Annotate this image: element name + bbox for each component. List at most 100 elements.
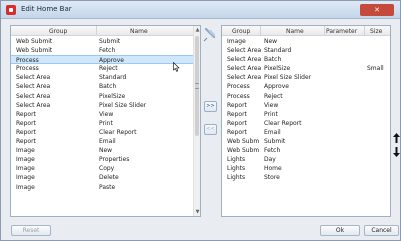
- cancel-button[interactable]: Cancel: [364, 225, 399, 236]
- list-item[interactable]: Select Area Standard: [222, 46, 390, 55]
- remove-from-bar-button[interactable]: <<: [204, 124, 217, 135]
- item-name: Properties: [99, 156, 130, 164]
- item-name: Clear Report: [264, 119, 302, 127]
- list-item[interactable]: Report View: [222, 101, 390, 110]
- item-name: Day: [264, 156, 276, 164]
- item-name: Submit: [264, 138, 286, 146]
- close-button[interactable]: ✕: [360, 4, 394, 16]
- item-name: Approve: [99, 57, 124, 65]
- list-item[interactable]: Web Subm Fetch: [222, 146, 390, 155]
- item-name: Delete: [99, 174, 119, 182]
- item-group: Report: [227, 110, 247, 118]
- available-items-list[interactable]: Group Name Web Submit Submit Web Submit Fet…: [10, 25, 201, 217]
- list-item[interactable]: Lights Home: [222, 164, 390, 173]
- list-item[interactable]: Process Approve: [222, 82, 390, 91]
- list-item[interactable]: Report View: [11, 110, 200, 119]
- item-name: Copy: [99, 165, 115, 173]
- list-item[interactable]: Select Area Pixel Size Slider: [11, 101, 200, 110]
- right-col-name-header[interactable]: Name: [286, 28, 304, 35]
- column-divider[interactable]: [364, 26, 365, 36]
- column-divider[interactable]: [260, 26, 261, 36]
- item-name: PixelSize: [99, 92, 126, 100]
- list-item[interactable]: Web Submit Submit: [11, 37, 200, 46]
- right-col-group-header[interactable]: Group: [232, 28, 250, 35]
- reset-button[interactable]: Reset: [11, 225, 51, 236]
- list-item[interactable]: Lights Store: [222, 173, 390, 182]
- item-name: Store: [264, 174, 280, 182]
- pin-icon[interactable]: [203, 28, 217, 42]
- list-item[interactable]: Process Approve: [11, 55, 200, 65]
- column-divider[interactable]: [324, 26, 325, 36]
- add-to-bar-button[interactable]: >>: [204, 101, 217, 112]
- item-name: Batch: [264, 56, 282, 64]
- item-name: Paste: [99, 183, 116, 191]
- list-item[interactable]: Image Paste: [11, 183, 200, 192]
- list-item[interactable]: Image New: [11, 146, 200, 155]
- list-item[interactable]: Report Print: [11, 119, 200, 128]
- item-group: Report: [16, 128, 36, 136]
- left-col-group-header[interactable]: Group: [49, 28, 67, 35]
- item-name: Pixel Size Slider: [99, 101, 147, 109]
- list-item[interactable]: Report Clear Report: [222, 119, 390, 128]
- list-item[interactable]: Web Subm Submit: [222, 137, 390, 146]
- home-bar-items-list[interactable]: Group Name Parameter Size Image New Select…: [221, 25, 391, 217]
- list-item[interactable]: Select Area Batch: [222, 55, 390, 64]
- item-group: Image: [16, 156, 35, 164]
- ok-button[interactable]: Ok: [320, 225, 360, 236]
- list-item[interactable]: Process Reject: [11, 64, 200, 73]
- list-item[interactable]: Image Copy: [11, 164, 200, 173]
- item-name: Email: [99, 138, 116, 146]
- item-name: Batch: [99, 83, 117, 91]
- item-name: Fetch: [99, 47, 116, 55]
- item-group: Process: [16, 65, 39, 73]
- item-group: Select Area: [16, 92, 51, 100]
- column-divider[interactable]: [96, 26, 97, 36]
- list-item[interactable]: Select Area Pixel Size Slider: [222, 73, 390, 82]
- scroll-grip-icon: [195, 83, 199, 89]
- list-item[interactable]: Report Clear Report: [11, 128, 200, 137]
- left-col-name-header[interactable]: Name: [130, 28, 148, 35]
- up-down-arrows-icon[interactable]: [393, 133, 400, 157]
- item-group: Web Subm: [227, 147, 260, 155]
- left-list-rows: Web Submit Submit Web Submit Fetch Process Ap…: [11, 37, 200, 192]
- item-group: Report: [227, 128, 247, 136]
- list-item[interactable]: Image Properties: [11, 155, 200, 164]
- right-col-parameter-header[interactable]: Parameter: [326, 28, 357, 35]
- title-bar[interactable]: Edit Home Bar ✕: [1, 1, 400, 19]
- list-item[interactable]: Report Email: [11, 137, 200, 146]
- item-name: Pixel Size Slider: [264, 74, 312, 82]
- item-group: Image: [227, 38, 246, 45]
- item-name: Email: [264, 128, 281, 136]
- list-item[interactable]: Image New: [222, 37, 390, 46]
- scroll-up-icon[interactable]: ▲: [194, 26, 200, 34]
- item-group: Lights: [227, 156, 246, 164]
- list-item[interactable]: Select Area Standard: [11, 73, 200, 82]
- list-item[interactable]: Image Delete: [11, 173, 200, 182]
- edit-home-bar-dialog: Edit Home Bar ✕ Group Name Web Submit Sub…: [0, 0, 401, 241]
- list-item[interactable]: Lights Day: [222, 155, 390, 164]
- item-group: Process: [16, 57, 39, 65]
- item-group: Report: [227, 101, 247, 109]
- item-name: New: [99, 147, 113, 155]
- list-item[interactable]: Select Area PixelSize: [11, 92, 200, 101]
- list-item[interactable]: Process Reject: [222, 92, 390, 101]
- item-group: Select Area: [16, 101, 51, 109]
- item-group: Report: [16, 110, 36, 118]
- item-name: Reject: [264, 92, 283, 100]
- item-name: Standard: [264, 47, 292, 55]
- item-group: Web Subm: [227, 138, 260, 146]
- scroll-down-icon[interactable]: ▼: [194, 208, 200, 216]
- item-group: Report: [227, 119, 247, 127]
- item-group: Process: [227, 83, 250, 91]
- list-item[interactable]: Web Submit Fetch: [11, 46, 200, 55]
- right-col-size-header[interactable]: Size: [370, 28, 382, 35]
- list-item[interactable]: Report Print: [222, 110, 390, 119]
- right-list-header: Group Name Parameter Size: [222, 26, 390, 36]
- left-list-scrollbar[interactable]: ▲ ▼: [193, 26, 200, 216]
- item-name: Clear Report: [99, 128, 137, 136]
- list-item[interactable]: Select Area Batch: [11, 82, 200, 91]
- list-item[interactable]: Report Email: [222, 128, 390, 137]
- list-item[interactable]: Select Area PixelSize Small: [222, 64, 390, 73]
- left-list-header: Group Name: [11, 26, 200, 36]
- item-name: Fetch: [264, 147, 281, 155]
